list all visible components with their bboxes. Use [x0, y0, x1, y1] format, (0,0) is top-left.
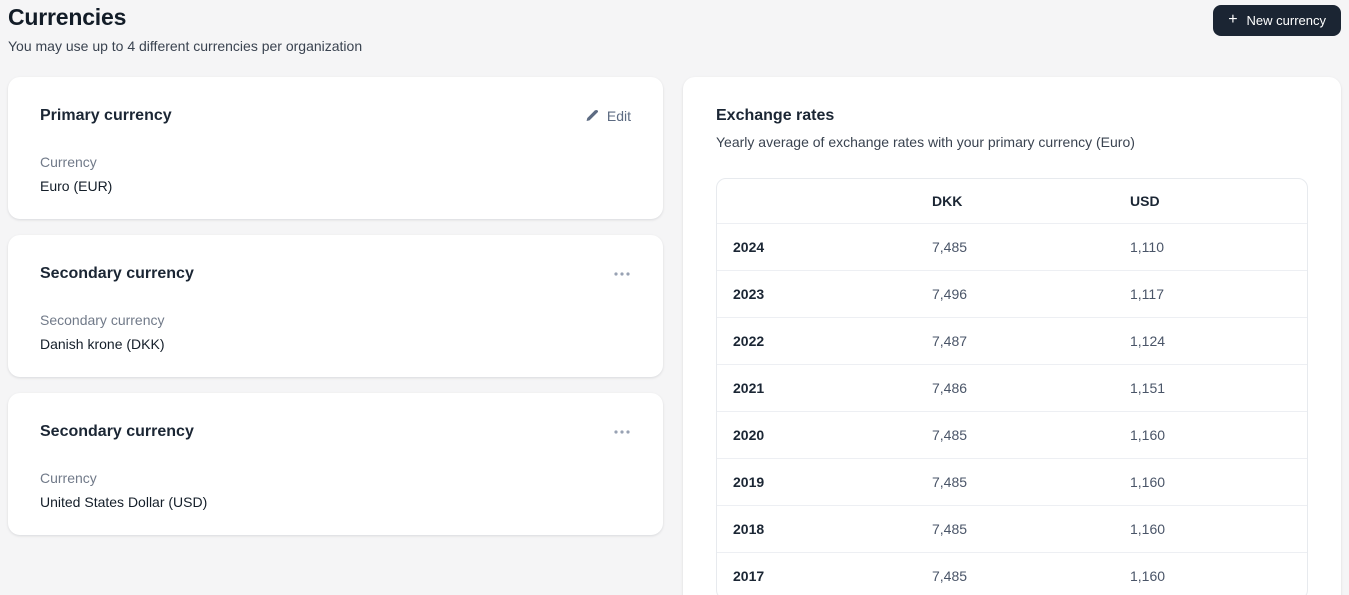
table-row: 2019 7,485 1,160	[717, 458, 1307, 505]
usd-cell: 1,124	[1130, 333, 1166, 349]
year-cell: 2019	[733, 474, 765, 490]
card-header: Primary currency Edit	[40, 104, 631, 128]
overflow-menu-button[interactable]	[613, 267, 631, 281]
card-header: Secondary currency	[40, 420, 631, 444]
table-row: 2024 7,485 1,110	[717, 223, 1307, 270]
exchange-rates-subtitle: Yearly average of exchange rates with yo…	[716, 134, 1135, 150]
edit-label: Edit	[606, 108, 631, 124]
table-row: 2022 7,487 1,124	[717, 317, 1307, 364]
dkk-cell: 7,485	[932, 568, 968, 584]
ellipsis-icon	[613, 271, 631, 277]
table-row: 2020 7,485 1,160	[717, 411, 1307, 458]
dkk-cell: 7,485	[932, 239, 968, 255]
dkk-cell: 7,486	[932, 380, 968, 396]
dkk-cell: 7,485	[932, 427, 968, 443]
page-header: Currencies You may use up to 4 different…	[8, 4, 362, 54]
dkk-cell: 7,496	[932, 286, 968, 302]
usd-cell: 1,151	[1130, 380, 1166, 396]
field-value: United States Dollar (USD)	[40, 494, 208, 510]
exchange-rates-title: Exchange rates	[716, 107, 835, 124]
dkk-cell: 7,487	[932, 333, 968, 349]
year-cell: 2020	[733, 427, 765, 443]
year-cell: 2017	[733, 568, 765, 584]
currency-cards-column: Primary currency Edit Currency Euro (EUR…	[8, 77, 663, 535]
usd-cell: 1,160	[1130, 568, 1166, 584]
pencil-icon	[585, 109, 599, 123]
usd-column-header: USD	[1130, 193, 1160, 209]
secondary-currency-card-dkk: Secondary currency Secondary currency Da…	[8, 235, 663, 377]
card-header: Secondary currency	[40, 262, 631, 286]
dkk-cell: 7,485	[932, 521, 968, 537]
ellipsis-icon	[613, 429, 631, 435]
card-title: Primary currency	[40, 107, 172, 124]
field-value: Euro (EUR)	[40, 178, 113, 194]
table-row: 2023 7,496 1,117	[717, 270, 1307, 317]
year-cell: 2021	[733, 380, 765, 396]
field-label: Secondary currency	[40, 312, 165, 328]
page-title: Currencies	[8, 4, 127, 30]
table-row: 2021 7,486 1,151	[717, 364, 1307, 411]
primary-currency-card: Primary currency Edit Currency Euro (EUR…	[8, 77, 663, 219]
overflow-menu-button[interactable]	[613, 425, 631, 439]
new-currency-button[interactable]: + New currency	[1213, 5, 1341, 36]
field-label: Currency	[40, 154, 97, 170]
dkk-cell: 7,485	[932, 474, 968, 490]
exchange-rates-table: DKK USD 2024 7,485 1,110 2023 7,496 1,11…	[716, 178, 1308, 595]
usd-cell: 1,117	[1130, 286, 1164, 302]
usd-cell: 1,160	[1130, 427, 1166, 443]
edit-button[interactable]: Edit	[585, 108, 631, 124]
field-value: Danish krone (DKK)	[40, 336, 165, 352]
year-cell: 2023	[733, 286, 765, 302]
usd-cell: 1,160	[1130, 521, 1166, 537]
dkk-column-header: DKK	[932, 193, 963, 209]
new-currency-label: New currency	[1246, 13, 1326, 28]
page-subtitle: You may use up to 4 different currencies…	[8, 38, 363, 54]
table-row: 2018 7,485 1,160	[717, 505, 1307, 552]
secondary-currency-card-usd: Secondary currency Currency United State…	[8, 393, 663, 535]
field-label: Currency	[40, 470, 97, 486]
plus-icon: +	[1228, 11, 1238, 28]
card-title: Secondary currency	[40, 265, 194, 282]
table-row: 2017 7,485 1,160	[717, 552, 1307, 595]
usd-cell: 1,110	[1130, 239, 1164, 255]
year-cell: 2024	[733, 239, 765, 255]
year-cell: 2018	[733, 521, 765, 537]
table-header-row: DKK USD	[717, 179, 1307, 223]
card-title: Secondary currency	[40, 423, 194, 440]
exchange-rates-card: Exchange rates Yearly average of exchang…	[683, 77, 1341, 595]
year-cell: 2022	[733, 333, 765, 349]
usd-cell: 1,160	[1130, 474, 1166, 490]
